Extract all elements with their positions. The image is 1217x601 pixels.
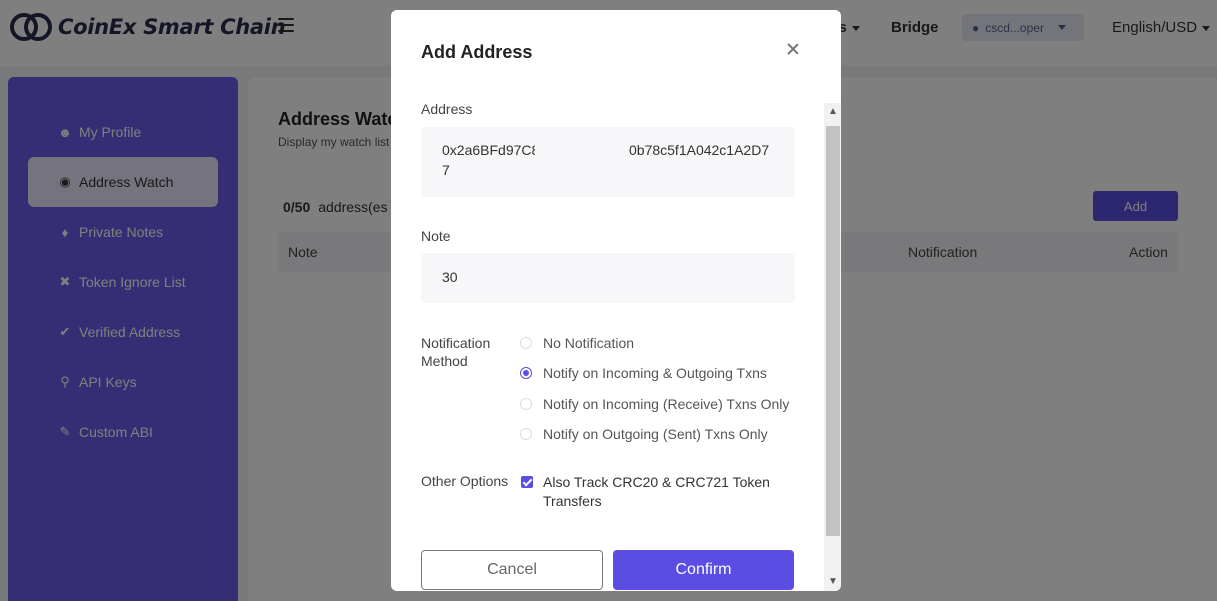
notification-method-label: Notification Method [421, 335, 491, 369]
confirm-button[interactable]: Confirm [613, 550, 794, 590]
track-tokens-checkbox[interactable] [521, 476, 533, 488]
radio-button[interactable] [520, 398, 532, 410]
note-label: Note [421, 228, 451, 244]
close-icon[interactable] [785, 41, 801, 57]
radio-button[interactable] [520, 337, 532, 349]
address-input[interactable]: 0x2a6BFd97C8 0b78c5f1A042c1A2D7 7 [421, 127, 795, 197]
cancel-button[interactable]: Cancel [421, 550, 603, 590]
radio-button[interactable] [520, 428, 532, 440]
other-options-label: Other Options [421, 473, 509, 489]
address-value-part1: 0x2a6BFd97C8 [442, 142, 535, 158]
address-value-part2: 0b78c5f1A042c1A2D7 [629, 142, 770, 158]
scrollbar-thumb[interactable] [826, 126, 840, 536]
note-value: 30 [442, 269, 458, 285]
address-label: Address [421, 101, 473, 117]
radio-incoming-only[interactable]: Notify on Incoming (Receive) Txns Only [520, 396, 789, 412]
note-input[interactable]: 30 [421, 253, 795, 303]
address-value-line2: 7 [442, 162, 450, 178]
radio-no-notification[interactable]: No Notification [520, 335, 634, 351]
scroll-down-icon[interactable]: ▼ [827, 576, 839, 588]
radio-button-selected[interactable] [520, 367, 532, 379]
add-address-dialog: Add Address Address 0x2a6BFd97C8 0b78c5f… [391, 10, 841, 591]
radio-incoming-outgoing[interactable]: Notify on Incoming & Outgoing Txns [520, 365, 767, 381]
scroll-up-icon[interactable]: ▲ [827, 106, 839, 118]
radio-outgoing-only[interactable]: Notify on Outgoing (Sent) Txns Only [520, 426, 768, 442]
track-tokens-label[interactable]: Also Track CRC20 & CRC721 Token Transfer… [543, 473, 793, 511]
dialog-title: Add Address [421, 42, 533, 62]
